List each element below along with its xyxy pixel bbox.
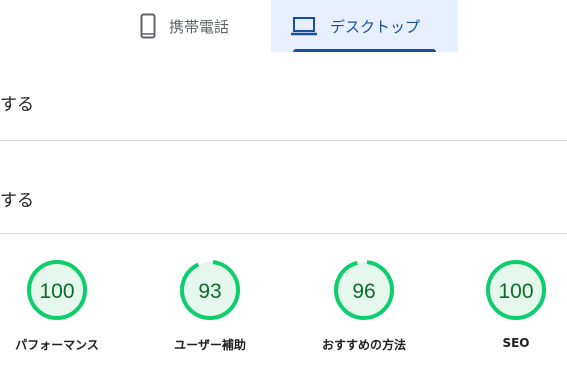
gauge-accessibility[interactable]: 93 ユーザー補助 bbox=[150, 258, 270, 353]
gauge-ring: 96 bbox=[334, 260, 394, 320]
gauge-label: おすすめの方法 bbox=[321, 338, 406, 352]
laptop-icon bbox=[291, 16, 317, 36]
gauge-label: パフォーマンス bbox=[15, 338, 99, 352]
active-tab-indicator bbox=[293, 49, 436, 52]
option-row-2[interactable]: する bbox=[0, 180, 567, 216]
gauge-label: ユーザー補助 bbox=[174, 338, 246, 352]
divider bbox=[0, 233, 567, 234]
tab-desktop[interactable]: デスクトップ bbox=[271, 0, 458, 52]
score-gauges: 100 パフォーマンス 93 ユーザー補助 96 おすすめの方法 100 SEO bbox=[0, 258, 567, 368]
gauge-score: 96 bbox=[352, 280, 375, 303]
gauge-seo[interactable]: 100 SEO bbox=[456, 258, 567, 350]
divider bbox=[0, 140, 567, 141]
tab-desktop-label: デスクトップ bbox=[330, 17, 421, 36]
gauge-ring: 100 bbox=[27, 260, 87, 320]
mobile-phone-icon bbox=[140, 13, 156, 39]
option-row-1-text: する bbox=[0, 94, 34, 115]
device-tabs: 携帯電話 デスクトップ bbox=[0, 0, 567, 52]
tab-mobile-label: 携帯電話 bbox=[169, 17, 230, 36]
option-row-1[interactable]: する bbox=[0, 84, 567, 120]
gauge-score: 93 bbox=[198, 280, 221, 303]
gauge-ring: 93 bbox=[180, 260, 240, 320]
gauge-score: 100 bbox=[39, 280, 74, 303]
gauge-label: SEO bbox=[502, 336, 530, 350]
gauge-best-practices[interactable]: 96 おすすめの方法 bbox=[304, 258, 424, 353]
tab-mobile[interactable]: 携帯電話 bbox=[134, 0, 254, 52]
gauge-ring: 100 bbox=[486, 260, 546, 320]
option-row-2-text: する bbox=[0, 190, 34, 211]
gauge-score: 100 bbox=[498, 280, 533, 303]
gauge-performance[interactable]: 100 パフォーマンス bbox=[0, 258, 117, 353]
